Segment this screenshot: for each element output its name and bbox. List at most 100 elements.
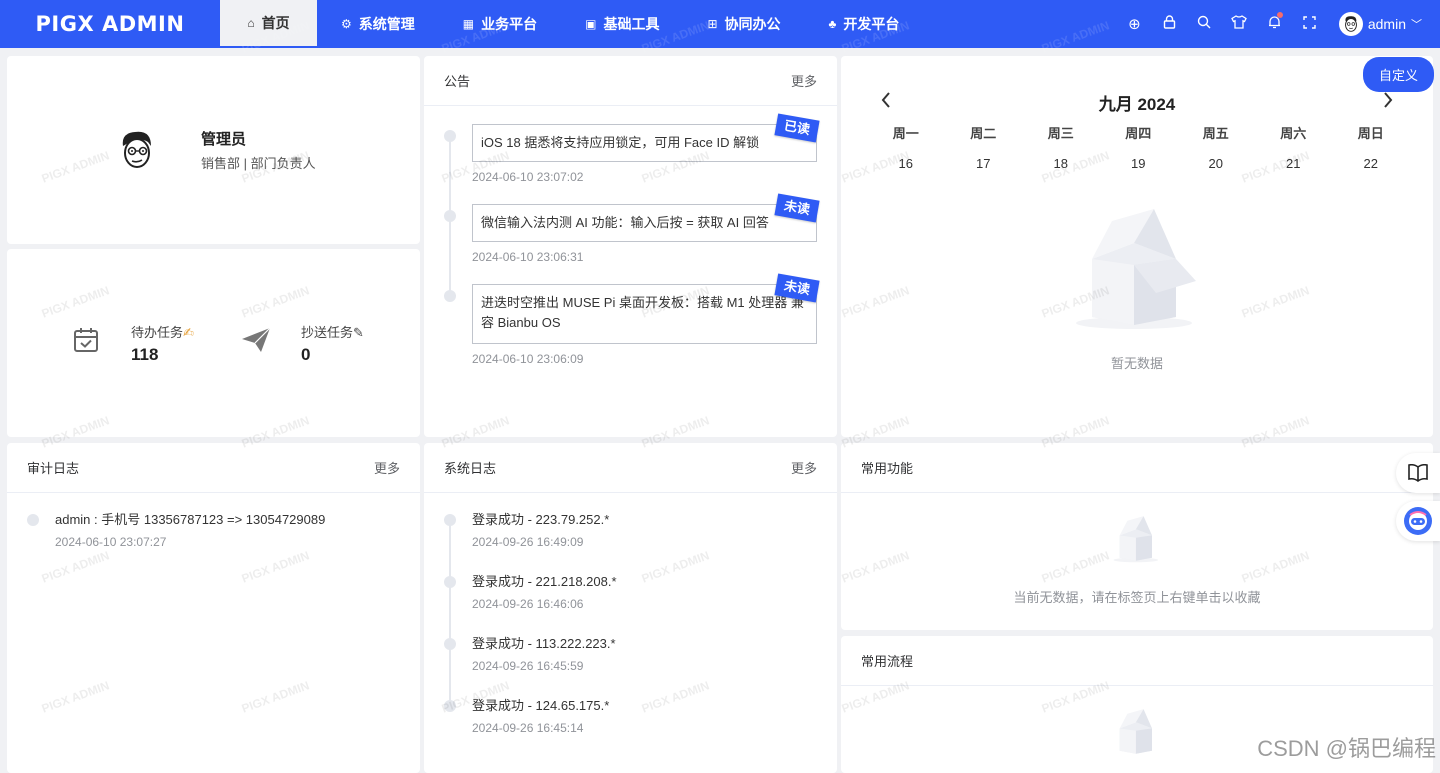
nav-tools[interactable]: ▣ 基础工具 — [561, 0, 683, 48]
office-icon: ⊞ — [707, 17, 718, 31]
calendar-day[interactable]: 20 — [1177, 149, 1255, 179]
prev-month-button[interactable] — [881, 91, 891, 113]
nav-label: 业务平台 — [481, 16, 538, 32]
todo-count: 118 — [131, 344, 159, 364]
username: admin — [1367, 16, 1406, 32]
syslog-more-link[interactable]: 更多 — [791, 458, 817, 477]
functions-title: 常用功能 — [861, 461, 914, 476]
nav-dev[interactable]: ♣ 开发平台 — [805, 0, 924, 48]
search-icon[interactable] — [1187, 15, 1222, 33]
notice-more-link[interactable]: 更多 — [791, 71, 817, 90]
audit-text: admin : 手机号 13356787123 => 13054729089 — [55, 512, 326, 527]
syslog-text: 登录成功 - 223.79.252.* — [472, 512, 610, 527]
nav-label: 首页 — [261, 15, 290, 31]
timeline-dot — [444, 638, 456, 650]
profile-name: 管理员 — [201, 131, 247, 148]
timeline-dot — [444, 210, 456, 222]
dev-icon: ♣ — [828, 17, 837, 31]
nav-office[interactable]: ⊞ 协同办公 — [683, 0, 804, 48]
timeline-dot — [444, 130, 456, 142]
assistant-icon — [1404, 507, 1432, 535]
audit-item[interactable]: admin : 手机号 13356787123 => 13054729089 2… — [27, 511, 400, 549]
fullscreen-icon[interactable] — [1292, 15, 1327, 33]
calendar-day[interactable]: 22 — [1332, 149, 1410, 179]
calendar-day[interactable]: 18 — [1022, 149, 1100, 179]
audit-more-link[interactable]: 更多 — [374, 458, 400, 477]
cc-count: 0 — [301, 344, 311, 364]
functions-empty: 当前无数据，请在标签页上右键单击以收藏 — [841, 515, 1433, 606]
grid-icon: ▦ — [462, 17, 475, 31]
audit-time: 2024-06-10 23:07:27 — [55, 535, 167, 549]
process-title: 常用流程 — [861, 654, 914, 669]
syslog-time: 2024-09-26 16:45:59 — [472, 659, 584, 673]
syslog-text: 登录成功 - 221.218.208.* — [472, 574, 617, 589]
gear-icon: ⚙ — [341, 17, 352, 31]
timeline-dot — [444, 514, 456, 526]
syslog-item[interactable]: 登录成功 - 223.79.252.* 2024-09-26 16:49:09 — [444, 511, 817, 573]
audit-title: 审计日志 — [27, 461, 80, 476]
chevron-down-icon: ﹀ — [1411, 19, 1422, 31]
notice-item[interactable]: 微信输入法内测 AI 功能：输入后按 = 获取 AI 回答 未读 2024-06-… — [444, 193, 820, 284]
bell-icon[interactable] — [1257, 12, 1292, 33]
system-log-card: 系统日志 更多 登录成功 - 223.79.252.* 2024-09-26 1… — [424, 443, 837, 773]
language-icon[interactable]: ⊕ — [1117, 15, 1152, 33]
theme-icon[interactable] — [1222, 15, 1257, 33]
toolbox-icon: ▣ — [585, 17, 597, 31]
syslog-item[interactable]: 登录成功 - 124.65.175.* 2024-09-26 16:45:14 — [444, 697, 817, 759]
calendar-day[interactable]: 21 — [1255, 149, 1333, 179]
profile-dept: 销售部 | 部门负责人 — [201, 156, 316, 171]
empty-box-icon — [1119, 709, 1152, 754]
weekday-label: 周五 — [1202, 126, 1229, 141]
timeline-dot — [27, 514, 39, 526]
syslog-time: 2024-09-26 16:49:09 — [472, 535, 584, 549]
notice-item[interactable]: 进迭时空推出 MUSE Pi 桌面开发板：搭载 M1 处理器 兼容 Bianbu… — [444, 273, 820, 366]
nav-label: 协同办公 — [724, 16, 781, 32]
docs-button[interactable] — [1396, 453, 1440, 493]
notice-time: 2024-06-10 23:06:09 — [472, 352, 584, 366]
timeline-dot — [444, 290, 456, 302]
calendar-title: 九月 2024 — [1098, 94, 1176, 114]
weekday-label: 周三 — [1047, 126, 1074, 141]
nav-label: 开发平台 — [843, 16, 900, 32]
notice-time: 2024-06-10 23:06:31 — [472, 250, 584, 264]
book-icon — [1408, 464, 1428, 482]
empty-text: 暂无数据 — [1110, 356, 1163, 371]
cc-task[interactable]: 抄送任务✎ 0 — [241, 322, 411, 365]
notice-time: 2024-06-10 23:07:02 — [472, 170, 584, 184]
header-actions: ⊕ admin ﹀ — [1117, 0, 1440, 48]
syslog-item[interactable]: 登录成功 - 221.218.208.* 2024-09-26 16:46:06 — [444, 573, 817, 635]
customize-button[interactable]: 自定义 — [1362, 57, 1434, 92]
syslog-item[interactable]: 登录成功 - 113.222.223.* 2024-09-26 16:45:59 — [444, 635, 817, 697]
weekday-label: 周二 — [970, 126, 997, 141]
nav-business[interactable]: ▦ 业务平台 — [439, 0, 561, 48]
notice-card: 公告 更多 iOS 18 据悉将支持应用锁定，可用 Face ID 解锁 已读 2… — [424, 56, 837, 437]
notice-item[interactable]: iOS 18 据悉将支持应用锁定，可用 Face ID 解锁 已读 2024-06… — [444, 113, 820, 204]
calendar-day[interactable]: 16 — [867, 149, 945, 179]
calendar-day[interactable]: 19 — [1100, 149, 1178, 179]
empty-box-icon — [1076, 209, 1196, 329]
calendar-day[interactable]: 17 — [945, 149, 1023, 179]
todo-task[interactable]: 待办任务✍ 118 — [71, 322, 241, 365]
weekday-label: 周日 — [1357, 126, 1384, 141]
next-month-button[interactable] — [1383, 91, 1393, 113]
notice-text: 微信输入法内测 AI 功能：输入后按 = 获取 AI 回答 — [481, 215, 769, 230]
profile-card: 管理员 销售部 | 部门负责人 — [7, 56, 420, 244]
weekday-label: 周六 — [1280, 126, 1307, 141]
timeline-dot — [444, 576, 456, 588]
notification-dot — [1276, 12, 1283, 18]
app-logo[interactable]: PIGX ADMIN — [0, 12, 220, 36]
tasks-card: 待办任务✍ 118 抄送任务✎ 0 — [7, 249, 420, 437]
assistant-button[interactable] — [1396, 501, 1440, 541]
syslog-text: 登录成功 - 113.222.223.* — [472, 636, 616, 651]
empty-text: 当前无数据，请在标签页上右键单击以收藏 — [1013, 590, 1261, 605]
avatar — [1338, 12, 1363, 36]
calendar-grid: 周一 周二 周三 周四 周五 周六 周日 16 17 18 19 20 21 2… — [841, 119, 1433, 179]
paper-plane-icon — [241, 327, 271, 360]
weekday-label: 周一 — [892, 126, 919, 141]
empty-box-icon — [1113, 516, 1159, 563]
lock-icon[interactable] — [1152, 15, 1187, 33]
user-menu[interactable]: admin ﹀ — [1338, 12, 1422, 36]
nav-home[interactable]: ⌂ 首页 — [220, 0, 317, 48]
nav-system[interactable]: ⚙ 系统管理 — [317, 0, 439, 48]
notice-title: 公告 — [444, 74, 471, 89]
